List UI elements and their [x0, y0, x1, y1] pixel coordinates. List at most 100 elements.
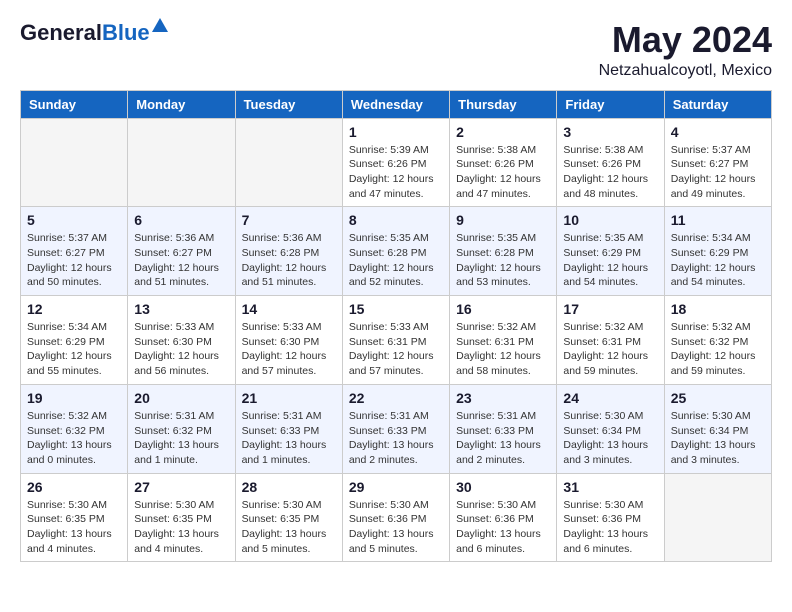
calendar-day-cell: 14 Sunrise: 5:33 AMSunset: 6:30 PMDayligh…	[235, 296, 342, 385]
day-info: Sunrise: 5:31 AMSunset: 6:33 PMDaylight:…	[456, 409, 550, 468]
calendar-day-cell: 13 Sunrise: 5:33 AMSunset: 6:30 PMDayligh…	[128, 296, 235, 385]
day-number: 7	[242, 212, 336, 228]
day-number: 26	[27, 479, 121, 495]
calendar-day-cell: 20 Sunrise: 5:31 AMSunset: 6:32 PMDayligh…	[128, 384, 235, 473]
day-info: Sunrise: 5:31 AMSunset: 6:33 PMDaylight:…	[242, 409, 336, 468]
calendar-week-row: 19 Sunrise: 5:32 AMSunset: 6:32 PMDayligh…	[21, 384, 772, 473]
day-number: 11	[671, 212, 765, 228]
calendar-day-cell: 4 Sunrise: 5:37 AMSunset: 6:27 PMDaylight…	[664, 118, 771, 207]
day-number: 15	[349, 301, 443, 317]
logo-icon	[152, 18, 168, 32]
day-info: Sunrise: 5:36 AMSunset: 6:27 PMDaylight:…	[134, 231, 228, 290]
day-number: 18	[671, 301, 765, 317]
calendar-day-cell: 8 Sunrise: 5:35 AMSunset: 6:28 PMDaylight…	[342, 207, 449, 296]
day-info: Sunrise: 5:35 AMSunset: 6:28 PMDaylight:…	[349, 231, 443, 290]
calendar-day-cell: 30Sunrise: 5:30 AMSunset: 6:36 PMDayligh…	[450, 473, 557, 562]
calendar-day-cell: 18 Sunrise: 5:32 AMSunset: 6:32 PMDayligh…	[664, 296, 771, 385]
calendar-day-cell: 1 Sunrise: 5:39 AMSunset: 6:26 PMDaylight…	[342, 118, 449, 207]
day-info: Sunrise: 5:30 AMSunset: 6:34 PMDaylight:…	[563, 409, 657, 468]
day-number: 19	[27, 390, 121, 406]
day-info: Sunrise: 5:34 AMSunset: 6:29 PMDaylight:…	[671, 231, 765, 290]
day-number: 10	[563, 212, 657, 228]
day-info: Sunrise: 5:33 AMSunset: 6:30 PMDaylight:…	[242, 320, 336, 379]
calendar-day-cell: 22Sunrise: 5:31 AMSunset: 6:33 PMDayligh…	[342, 384, 449, 473]
day-number: 2	[456, 124, 550, 140]
day-info: Sunrise: 5:38 AMSunset: 6:26 PMDaylight:…	[456, 143, 550, 202]
day-info: Sunrise: 5:30 AMSunset: 6:35 PMDaylight:…	[242, 498, 336, 557]
day-info: Sunrise: 5:30 AMSunset: 6:36 PMDaylight:…	[349, 498, 443, 557]
day-number: 28	[242, 479, 336, 495]
day-info: Sunrise: 5:36 AMSunset: 6:28 PMDaylight:…	[242, 231, 336, 290]
day-number: 23	[456, 390, 550, 406]
calendar-day-cell: 31 Sunrise: 5:30 AMSunset: 6:36 PMDayligh…	[557, 473, 664, 562]
calendar-week-row: 26 Sunrise: 5:30 AMSunset: 6:35 PMDayligh…	[21, 473, 772, 562]
location-subtitle: Netzahualcoyotl, Mexico	[599, 62, 772, 80]
day-number: 20	[134, 390, 228, 406]
day-info: Sunrise: 5:30 AMSunset: 6:36 PMDaylight:…	[563, 498, 657, 557]
day-number: 5	[27, 212, 121, 228]
day-number: 31	[563, 479, 657, 495]
day-number: 6	[134, 212, 228, 228]
day-info: Sunrise: 5:30 AMSunset: 6:35 PMDaylight:…	[27, 498, 121, 557]
day-number: 13	[134, 301, 228, 317]
day-number: 22	[349, 390, 443, 406]
calendar-table: SundayMondayTuesdayWednesdayThursdayFrid…	[20, 90, 772, 563]
day-info: Sunrise: 5:30 AMSunset: 6:35 PMDaylight:…	[134, 498, 228, 557]
page-header: GeneralBlue May 2024 Netzahualcoyotl, Me…	[20, 20, 772, 80]
calendar-day-cell: 25Sunrise: 5:30 AMSunset: 6:34 PMDayligh…	[664, 384, 771, 473]
day-number: 29	[349, 479, 443, 495]
day-info: Sunrise: 5:38 AMSunset: 6:26 PMDaylight:…	[563, 143, 657, 202]
calendar-day-cell: 19 Sunrise: 5:32 AMSunset: 6:32 PMDayligh…	[21, 384, 128, 473]
calendar-day-cell: 23 Sunrise: 5:31 AMSunset: 6:33 PMDayligh…	[450, 384, 557, 473]
day-number: 4	[671, 124, 765, 140]
weekday-header-wednesday: Wednesday	[342, 90, 449, 118]
calendar-day-cell: 26 Sunrise: 5:30 AMSunset: 6:35 PMDayligh…	[21, 473, 128, 562]
empty-cell	[128, 118, 235, 207]
empty-cell	[21, 118, 128, 207]
day-info: Sunrise: 5:35 AMSunset: 6:29 PMDaylight:…	[563, 231, 657, 290]
day-info: Sunrise: 5:31 AMSunset: 6:32 PMDaylight:…	[134, 409, 228, 468]
calendar-day-cell: 10 Sunrise: 5:35 AMSunset: 6:29 PMDayligh…	[557, 207, 664, 296]
weekday-header-tuesday: Tuesday	[235, 90, 342, 118]
logo-general-text: General	[20, 20, 102, 45]
calendar-day-cell: 15Sunrise: 5:33 AMSunset: 6:31 PMDayligh…	[342, 296, 449, 385]
calendar-week-row: 12Sunrise: 5:34 AMSunset: 6:29 PMDayligh…	[21, 296, 772, 385]
calendar-day-cell: 24Sunrise: 5:30 AMSunset: 6:34 PMDayligh…	[557, 384, 664, 473]
weekday-header-thursday: Thursday	[450, 90, 557, 118]
day-number: 17	[563, 301, 657, 317]
day-info: Sunrise: 5:35 AMSunset: 6:28 PMDaylight:…	[456, 231, 550, 290]
day-number: 14	[242, 301, 336, 317]
calendar-day-cell: 28 Sunrise: 5:30 AMSunset: 6:35 PMDayligh…	[235, 473, 342, 562]
calendar-day-cell: 11 Sunrise: 5:34 AMSunset: 6:29 PMDayligh…	[664, 207, 771, 296]
day-info: Sunrise: 5:33 AMSunset: 6:30 PMDaylight:…	[134, 320, 228, 379]
calendar-day-cell: 7 Sunrise: 5:36 AMSunset: 6:28 PMDaylight…	[235, 207, 342, 296]
logo-blue-text: Blue	[102, 20, 150, 45]
calendar-day-cell: 9 Sunrise: 5:35 AMSunset: 6:28 PMDaylight…	[450, 207, 557, 296]
day-info: Sunrise: 5:30 AMSunset: 6:36 PMDaylight:…	[456, 498, 550, 557]
day-info: Sunrise: 5:37 AMSunset: 6:27 PMDaylight:…	[27, 231, 121, 290]
empty-cell	[664, 473, 771, 562]
calendar-day-cell: 6 Sunrise: 5:36 AMSunset: 6:27 PMDaylight…	[128, 207, 235, 296]
weekday-header-saturday: Saturday	[664, 90, 771, 118]
day-number: 1	[349, 124, 443, 140]
calendar-day-cell: 16Sunrise: 5:32 AMSunset: 6:31 PMDayligh…	[450, 296, 557, 385]
day-number: 8	[349, 212, 443, 228]
day-number: 21	[242, 390, 336, 406]
calendar-day-cell: 3Sunrise: 5:38 AMSunset: 6:26 PMDaylight…	[557, 118, 664, 207]
calendar-day-cell: 21 Sunrise: 5:31 AMSunset: 6:33 PMDayligh…	[235, 384, 342, 473]
calendar-day-cell: 5 Sunrise: 5:37 AMSunset: 6:27 PMDaylight…	[21, 207, 128, 296]
logo: GeneralBlue	[20, 20, 150, 46]
day-number: 25	[671, 390, 765, 406]
day-info: Sunrise: 5:37 AMSunset: 6:27 PMDaylight:…	[671, 143, 765, 202]
calendar-day-cell: 2 Sunrise: 5:38 AMSunset: 6:26 PMDaylight…	[450, 118, 557, 207]
day-info: Sunrise: 5:32 AMSunset: 6:32 PMDaylight:…	[27, 409, 121, 468]
title-section: May 2024 Netzahualcoyotl, Mexico	[599, 20, 772, 80]
day-info: Sunrise: 5:32 AMSunset: 6:32 PMDaylight:…	[671, 320, 765, 379]
calendar-week-row: 5 Sunrise: 5:37 AMSunset: 6:27 PMDaylight…	[21, 207, 772, 296]
calendar-day-cell: 27Sunrise: 5:30 AMSunset: 6:35 PMDayligh…	[128, 473, 235, 562]
day-info: Sunrise: 5:32 AMSunset: 6:31 PMDaylight:…	[456, 320, 550, 379]
day-number: 9	[456, 212, 550, 228]
calendar-day-cell: 29 Sunrise: 5:30 AMSunset: 6:36 PMDayligh…	[342, 473, 449, 562]
day-info: Sunrise: 5:39 AMSunset: 6:26 PMDaylight:…	[349, 143, 443, 202]
calendar-day-cell: 12Sunrise: 5:34 AMSunset: 6:29 PMDayligh…	[21, 296, 128, 385]
